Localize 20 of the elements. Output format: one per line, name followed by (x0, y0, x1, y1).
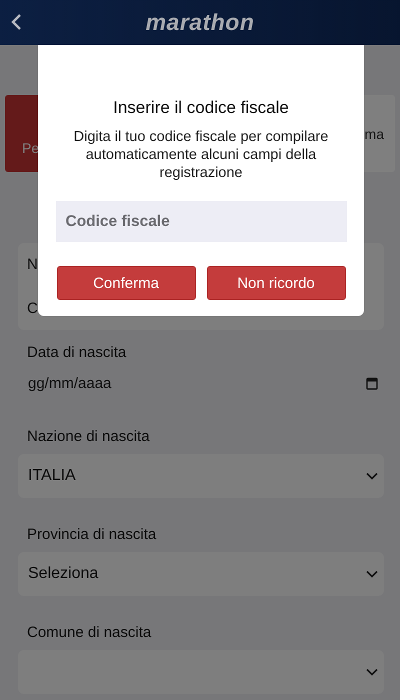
dialog-message: Digita il tuo codice fiscale per compilare automaticamente alcuni campi della registrazione (72, 128, 330, 182)
calendar-icon[interactable] (366, 376, 378, 390)
field-label: C (27, 300, 38, 317)
dropdown[interactable]: Seleziona (18, 552, 384, 596)
logo: marathon (146, 9, 254, 36)
input-field[interactable]: Codice fiscale (56, 201, 346, 242)
chevron-down-icon (366, 668, 378, 676)
field-label: Nazione di nascita (27, 428, 151, 445)
field-label: Provincia di nascita (27, 526, 158, 543)
dialog-title: Inserire il codice fiscale (113, 98, 289, 118)
chevron-down-icon (366, 570, 378, 578)
field-label: Comune di nascita (27, 624, 152, 641)
chevron-down-icon (366, 472, 378, 480)
field-label: Data di nascita (27, 344, 128, 361)
field-label: N (27, 256, 38, 274)
back-icon[interactable] (10, 13, 22, 31)
dialog-button[interactable]: Non ricordo (206, 266, 346, 300)
date-field[interactable]: gg/mm/aaaa (18, 370, 384, 396)
dialog-button[interactable]: Conferma (56, 266, 196, 300)
dropdown[interactable]: ITALIA (18, 454, 384, 498)
